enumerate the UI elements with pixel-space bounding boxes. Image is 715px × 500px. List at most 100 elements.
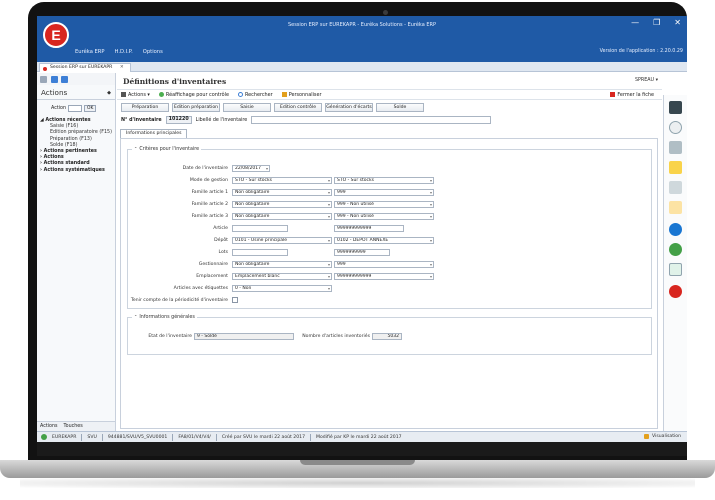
view-mode[interactable]: Visualisation	[644, 434, 681, 439]
minimize-icon[interactable]: —	[631, 18, 639, 27]
zoom-icon[interactable]	[669, 121, 682, 134]
window-icon[interactable]	[669, 263, 682, 276]
menu-icon	[121, 91, 126, 97]
window-title: Session ERP sur EUREKAPR - Eurêka Soluti…	[287, 22, 437, 28]
action-entry-row: Action OK	[37, 100, 115, 112]
mode-select-2[interactable]: STO - Sur stocks ▾	[334, 177, 434, 184]
fam1-value-select[interactable]: 999 ▾	[334, 189, 434, 196]
depot-label: Dépôt	[214, 238, 228, 243]
report-icon[interactable]	[669, 181, 682, 194]
pin-icon[interactable]: ◆	[107, 90, 111, 96]
depot-select-from[interactable]: 0101 - Usine principale ▾	[232, 237, 332, 244]
print-icon[interactable]	[669, 141, 682, 154]
new-window-icon[interactable]	[61, 76, 68, 83]
search-icon	[237, 91, 243, 97]
title-bar: E Session ERP sur EUREKAPR - Eurêka Solu…	[37, 16, 687, 62]
status-created: Créé par SVU le mardi 22 août 2017	[221, 434, 305, 440]
status-user: SVU	[87, 434, 97, 440]
mode-label: Mode de gestion	[189, 178, 228, 183]
document-tab-bar: Session ERP sur EUREKAPR ✕	[37, 62, 687, 72]
refresh-button[interactable]: Réaffichage pour contrôle	[158, 91, 229, 98]
fam2-select[interactable]: Non obligataire ▾	[232, 201, 332, 208]
search-red-icon[interactable]	[669, 285, 682, 298]
status-session: 944881/SVU/V5_SVU0001	[107, 434, 168, 440]
phase-saisie-button[interactable]: Saisie	[223, 103, 271, 112]
general-info-section: ⌃ Informations générales Etat de l'invent…	[127, 314, 652, 355]
customize-button[interactable]: Personnaliser	[281, 91, 322, 98]
laptop-notch	[300, 460, 415, 465]
phase-generation-ecarts-button[interactable]: Génération d'écarts	[325, 103, 373, 112]
tab-touches[interactable]: Touches	[64, 424, 83, 429]
save-icon[interactable]	[51, 76, 58, 83]
depot-select-to[interactable]: 0102 - DEPOT ANNEXE ▾	[334, 237, 434, 244]
inventory-header-row: N° d'inventaire 101220 Libellé de l'inve…	[121, 116, 492, 124]
periodicite-label: Tenir compte de la périodicité d'inventa…	[130, 298, 228, 303]
close-record-button[interactable]: Fermer la fiche	[610, 92, 654, 98]
actions-menu-button[interactable]: Actions ▾	[121, 91, 150, 98]
etiquettes-label: Articles avec étiquettes	[173, 286, 228, 291]
left-panel-tabs: Actions Touches	[37, 421, 116, 431]
tree-item-edition-preparatoire[interactable]: Edition préparatoire (F15)	[40, 130, 115, 136]
menu-hdip[interactable]: H.D.I.P.	[115, 49, 133, 55]
fam2-label: Famille article 2	[191, 202, 228, 207]
fam1-select[interactable]: Non obligataire ▾	[232, 189, 332, 196]
tree-group-systematic[interactable]: › Actions systématiques	[40, 168, 115, 174]
list-icon[interactable]	[669, 201, 682, 214]
inventory-libelle-input[interactable]	[251, 116, 492, 124]
article-input-to[interactable]: 999999999999	[334, 225, 404, 232]
criteria-section-title[interactable]: ⌃ Critères pour l'inventaire	[132, 146, 202, 152]
menu-eureka-erp[interactable]: Eurêka ERP	[75, 49, 105, 55]
question-icon[interactable]	[669, 243, 682, 256]
tab-main-info[interactable]: Informations principales	[120, 129, 188, 138]
emplacement-select[interactable]: Emplacement blanc ▾	[232, 273, 332, 280]
fam3-select[interactable]: Non obligataire ▾	[232, 213, 332, 220]
action-input[interactable]	[68, 105, 83, 112]
action-label: Action	[51, 106, 67, 111]
date-label: Date de l'inventaire	[182, 166, 228, 171]
lots-input-from[interactable]	[232, 249, 288, 256]
actions-panel-title: Actions	[41, 88, 68, 97]
close-icon[interactable]: ✕	[674, 18, 681, 27]
lots-input-to[interactable]: 9999999999	[334, 249, 390, 256]
actions-panel-header: Actions ◆	[37, 85, 115, 100]
fam1-label: Famille article 1	[191, 190, 228, 195]
phase-edition-controle-button[interactable]: Edition contrôle	[274, 103, 322, 112]
right-icon-rail	[663, 95, 687, 431]
phase-preparation-button[interactable]: Préparation	[121, 103, 169, 112]
connection-status-icon	[41, 434, 47, 440]
search-button[interactable]: Rechercher	[237, 91, 273, 98]
status-context: FA8/01/V4/V4/	[178, 434, 211, 440]
session-tab-label: Session ERP sur EUREKAPR	[50, 65, 113, 70]
date-input[interactable]: 22/08/2017 ▾	[232, 165, 270, 172]
tab-close-icon[interactable]: ✕	[120, 65, 124, 70]
user-menu[interactable]: SPREAU ▾	[635, 78, 658, 83]
status-bar: EUREKAPR SVU 944881/SVU/V5_SVU0001 FA8/0…	[37, 431, 687, 442]
screen: E Session ERP sur EUREKAPR - Eurêka Solu…	[37, 16, 687, 456]
fam2-value-select[interactable]: 999 - Non utilisé ▾	[334, 201, 434, 208]
gestionnaire-value-select[interactable]: 999 ▾	[334, 261, 434, 268]
gestionnaire-label: Gestionnaire	[198, 262, 228, 267]
menu-options[interactable]: Options	[143, 49, 163, 55]
help-icon[interactable]	[669, 223, 682, 236]
emplacement-value-select[interactable]: 999999999999 ▾	[334, 273, 434, 280]
phase-edition-preparation-button[interactable]: Edition préparation	[172, 103, 220, 112]
notes-icon[interactable]	[669, 161, 682, 174]
back-icon[interactable]	[40, 76, 47, 83]
session-tab[interactable]: Session ERP sur EUREKAPR ✕	[39, 63, 131, 72]
tab-actions[interactable]: Actions	[40, 424, 58, 429]
article-input-from[interactable]	[232, 225, 288, 232]
emplacement-label: Emplacement	[196, 274, 228, 279]
periodicite-checkbox[interactable]	[232, 297, 238, 303]
etiquettes-select[interactable]: 0 - Non ▾	[232, 285, 332, 292]
general-info-section-title[interactable]: ⌃ Informations générales	[132, 314, 197, 320]
article-label: Article	[213, 226, 228, 231]
fam3-value-select[interactable]: 999 - Non utilisé ▾	[334, 213, 434, 220]
phase-solde-button[interactable]: Solde	[376, 103, 424, 112]
maximize-icon[interactable]: ❐	[653, 18, 660, 27]
mode-select-1[interactable]: STO - Sur stocks ▾	[232, 177, 332, 184]
inventory-number: 101220	[165, 116, 192, 124]
terminal-icon[interactable]	[669, 101, 682, 114]
gestionnaire-select[interactable]: Non obligataire ▾	[232, 261, 332, 268]
ok-button[interactable]: OK	[84, 105, 97, 112]
fam3-label: Famille article 3	[191, 214, 228, 219]
